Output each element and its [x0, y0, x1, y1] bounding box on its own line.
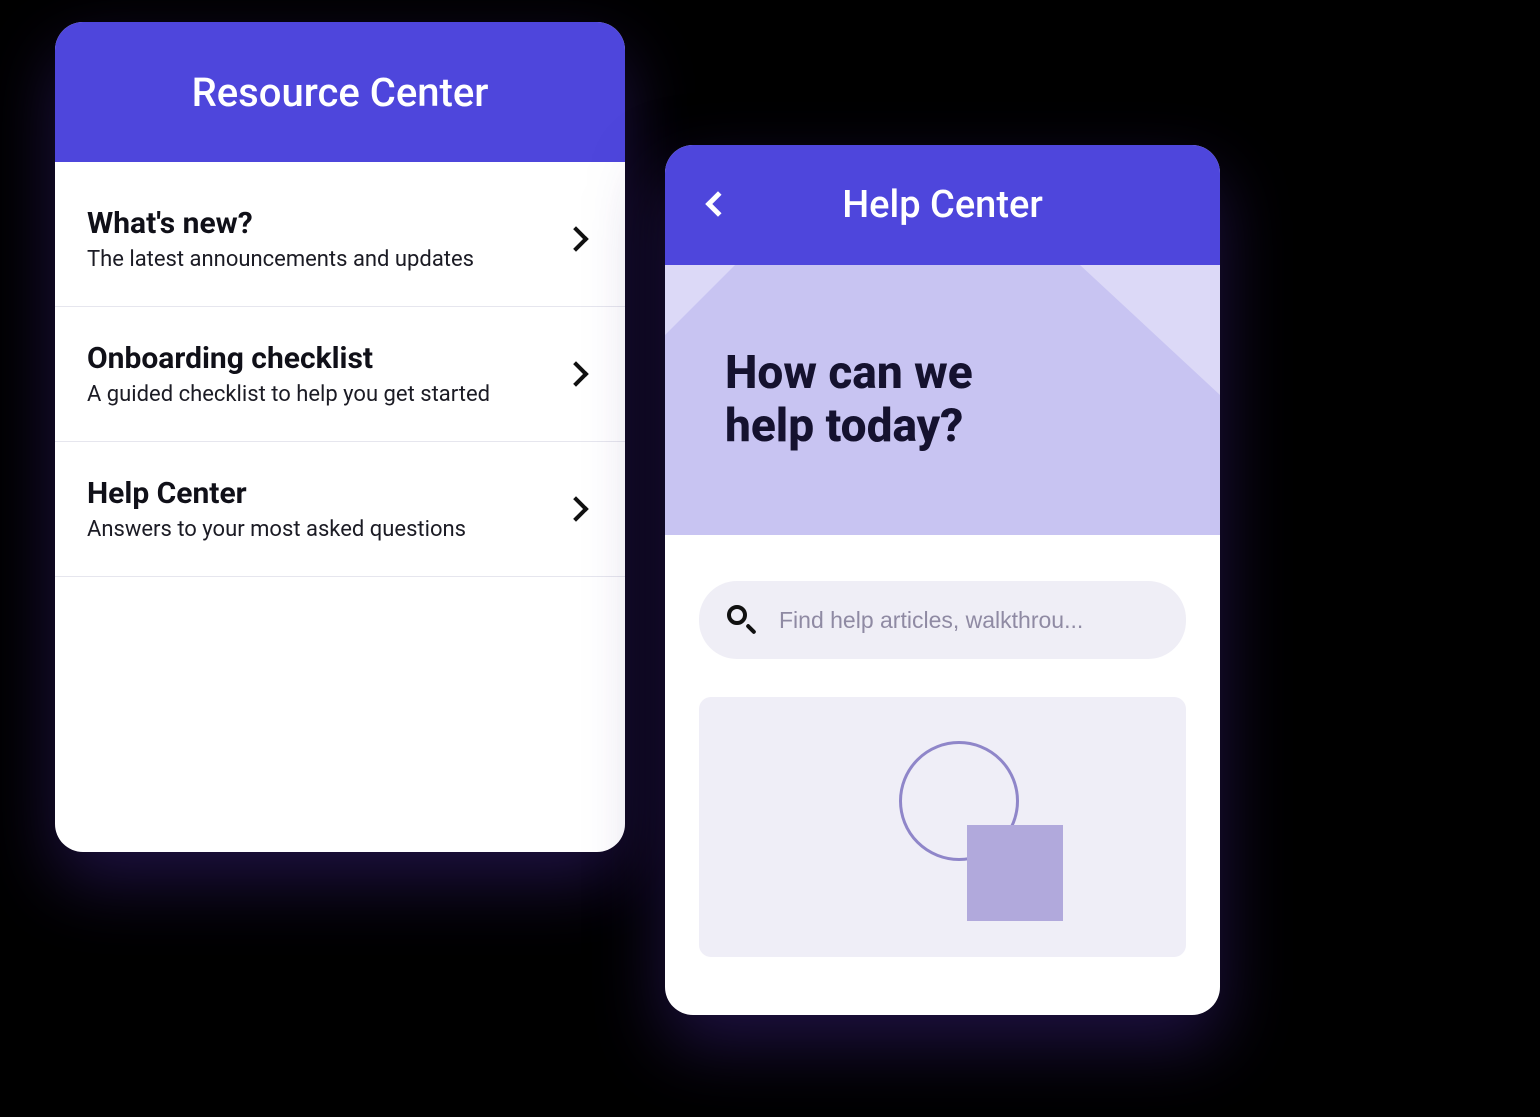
resource-item-title: What's new?: [87, 206, 567, 241]
resource-item-onboarding[interactable]: Onboarding checklist A guided checklist …: [55, 307, 625, 442]
chevron-left-icon: [705, 191, 730, 216]
resource-center-list: What's new? The latest announcements and…: [55, 162, 625, 577]
search-bar[interactable]: [699, 581, 1186, 659]
help-center-hero: How can we help today?: [665, 265, 1220, 535]
search-section: [665, 535, 1220, 697]
chevron-right-icon: [563, 361, 588, 386]
resource-item-subtitle: A guided checklist to help you get start…: [87, 382, 567, 407]
resource-item-subtitle: The latest announcements and updates: [87, 247, 567, 272]
chevron-right-icon: [563, 226, 588, 251]
help-center-title: Help Center: [842, 183, 1043, 227]
help-center-header: Help Center: [665, 145, 1220, 265]
help-center-panel: Help Center How can we help today?: [665, 145, 1220, 1015]
resource-center-title: Resource Center: [192, 69, 489, 116]
resource-item-title: Help Center: [87, 476, 567, 511]
hero-line-2: help today?: [725, 399, 963, 453]
resource-item-subtitle: Answers to your most asked questions: [87, 517, 567, 542]
resource-item-title: Onboarding checklist: [87, 341, 567, 376]
hero-line-1: How can we: [725, 346, 973, 400]
back-button[interactable]: [703, 190, 733, 220]
search-input[interactable]: [779, 607, 1158, 634]
resource-center-header: Resource Center: [55, 22, 625, 162]
chevron-right-icon: [563, 496, 588, 521]
hero-heading: How can we help today?: [725, 347, 973, 453]
resource-item-whats-new[interactable]: What's new? The latest announcements and…: [55, 172, 625, 307]
resource-item-help-center[interactable]: Help Center Answers to your most asked q…: [55, 442, 625, 577]
placeholder-square-icon: [967, 825, 1063, 921]
resource-center-panel: Resource Center What's new? The latest a…: [55, 22, 625, 852]
hero-decoration-left: [665, 265, 735, 335]
search-icon: [727, 605, 757, 635]
article-card-placeholder[interactable]: [699, 697, 1186, 957]
hero-decoration-right: [1080, 265, 1220, 395]
